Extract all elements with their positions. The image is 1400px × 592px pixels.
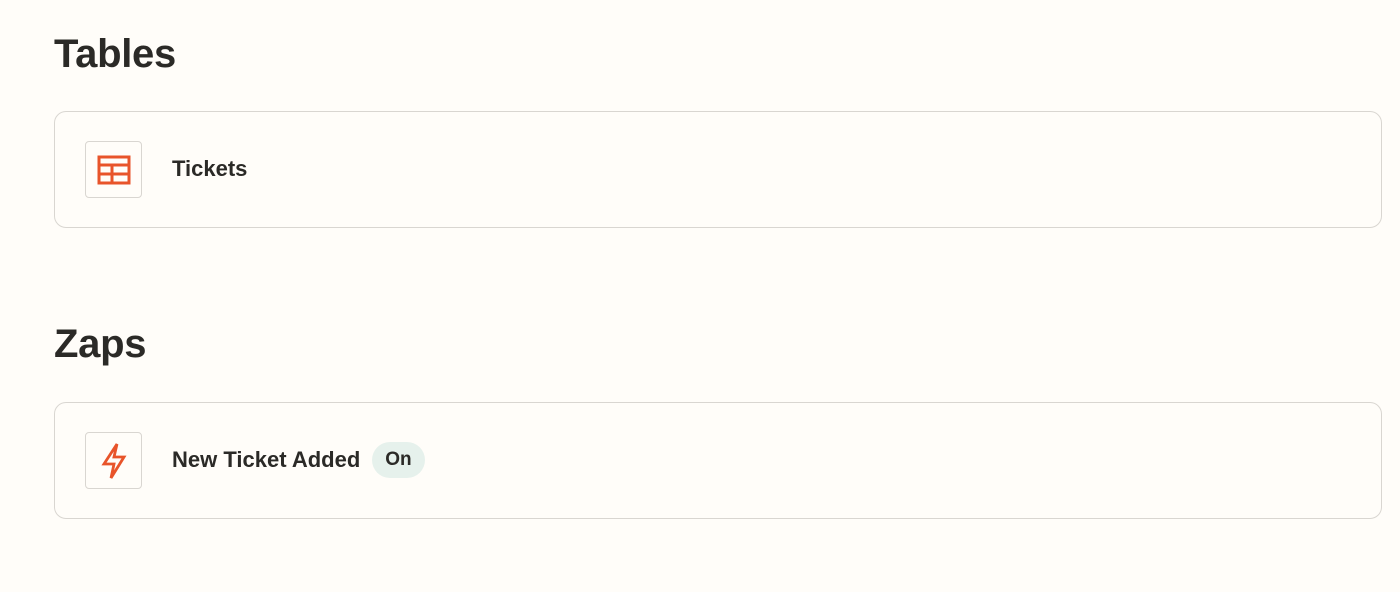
zap-name: New Ticket Added	[172, 447, 361, 472]
zap-card-new-ticket-added[interactable]: New Ticket Added On	[54, 402, 1382, 519]
zap-row: New Ticket Added On	[172, 403, 425, 517]
lightning-bolt-icon	[85, 432, 142, 489]
zap-status-badge: On	[372, 442, 425, 478]
zaps-section-heading: Zaps	[54, 322, 147, 366]
table-card-tickets[interactable]: Tickets	[54, 111, 1382, 228]
page: Tables Tickets Zaps New Ticket Added On	[0, 0, 1400, 592]
tables-section-heading: Tables	[54, 32, 176, 76]
table-name: Tickets	[172, 156, 248, 181]
table-icon	[85, 141, 142, 198]
